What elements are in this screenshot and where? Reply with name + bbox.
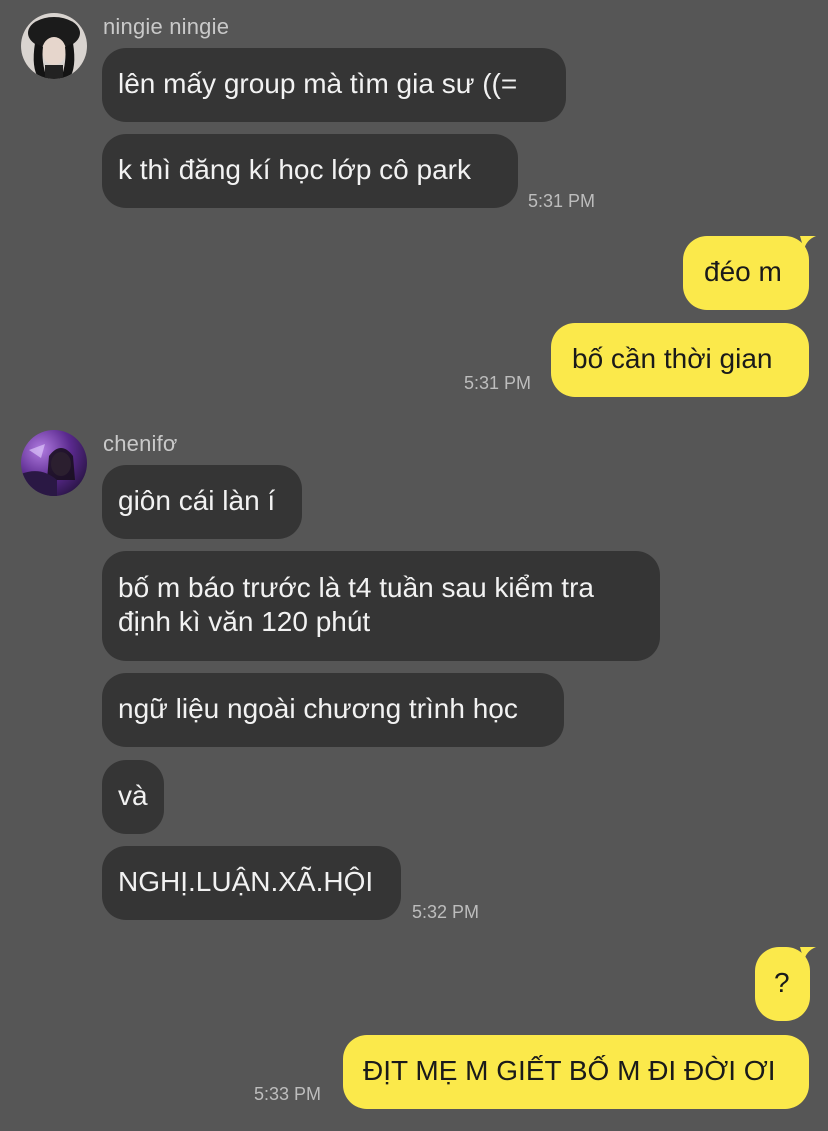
message-bubble[interactable]: và — [102, 760, 164, 834]
message-bubble[interactable]: ĐỊT MẸ M GIẾT BỐ M ĐI ĐỜI ƠI — [343, 1035, 809, 1109]
avatar-chenifo[interactable] — [21, 430, 87, 496]
timestamp: 5:31 PM — [464, 373, 532, 393]
message-bubble[interactable]: NGHỊ.LUẬN.XÃ.HỘI — [102, 846, 401, 920]
bubble-tail-icon — [800, 236, 816, 250]
timestamp: 5:31 PM — [528, 191, 596, 211]
message-bubble[interactable]: giôn cái làn í — [102, 465, 302, 539]
bubble-tail-icon — [800, 947, 816, 961]
message-bubble[interactable]: k thì đăng kí học lớp cô park — [102, 134, 518, 208]
message-bubble[interactable]: đéo m — [683, 236, 809, 310]
avatar-ningie[interactable] — [21, 13, 87, 79]
message-bubble[interactable]: bố cần thời gian — [551, 323, 809, 397]
message-bubble[interactable]: lên mấy group mà tìm gia sư ((= — [102, 48, 566, 122]
timestamp: 5:33 PM — [254, 1084, 322, 1104]
sender-name: chenifơ — [103, 431, 178, 456]
sender-name: ningie ningie — [103, 14, 230, 39]
avatar-image — [21, 430, 87, 496]
avatar-image — [21, 13, 87, 79]
timestamp: 5:32 PM — [412, 902, 480, 922]
message-bubble[interactable]: ngữ liệu ngoài chương trình học — [102, 673, 564, 747]
message-bubble[interactable]: bố m báo trước là t4 tuần sau kiểm tra đ… — [102, 551, 660, 661]
